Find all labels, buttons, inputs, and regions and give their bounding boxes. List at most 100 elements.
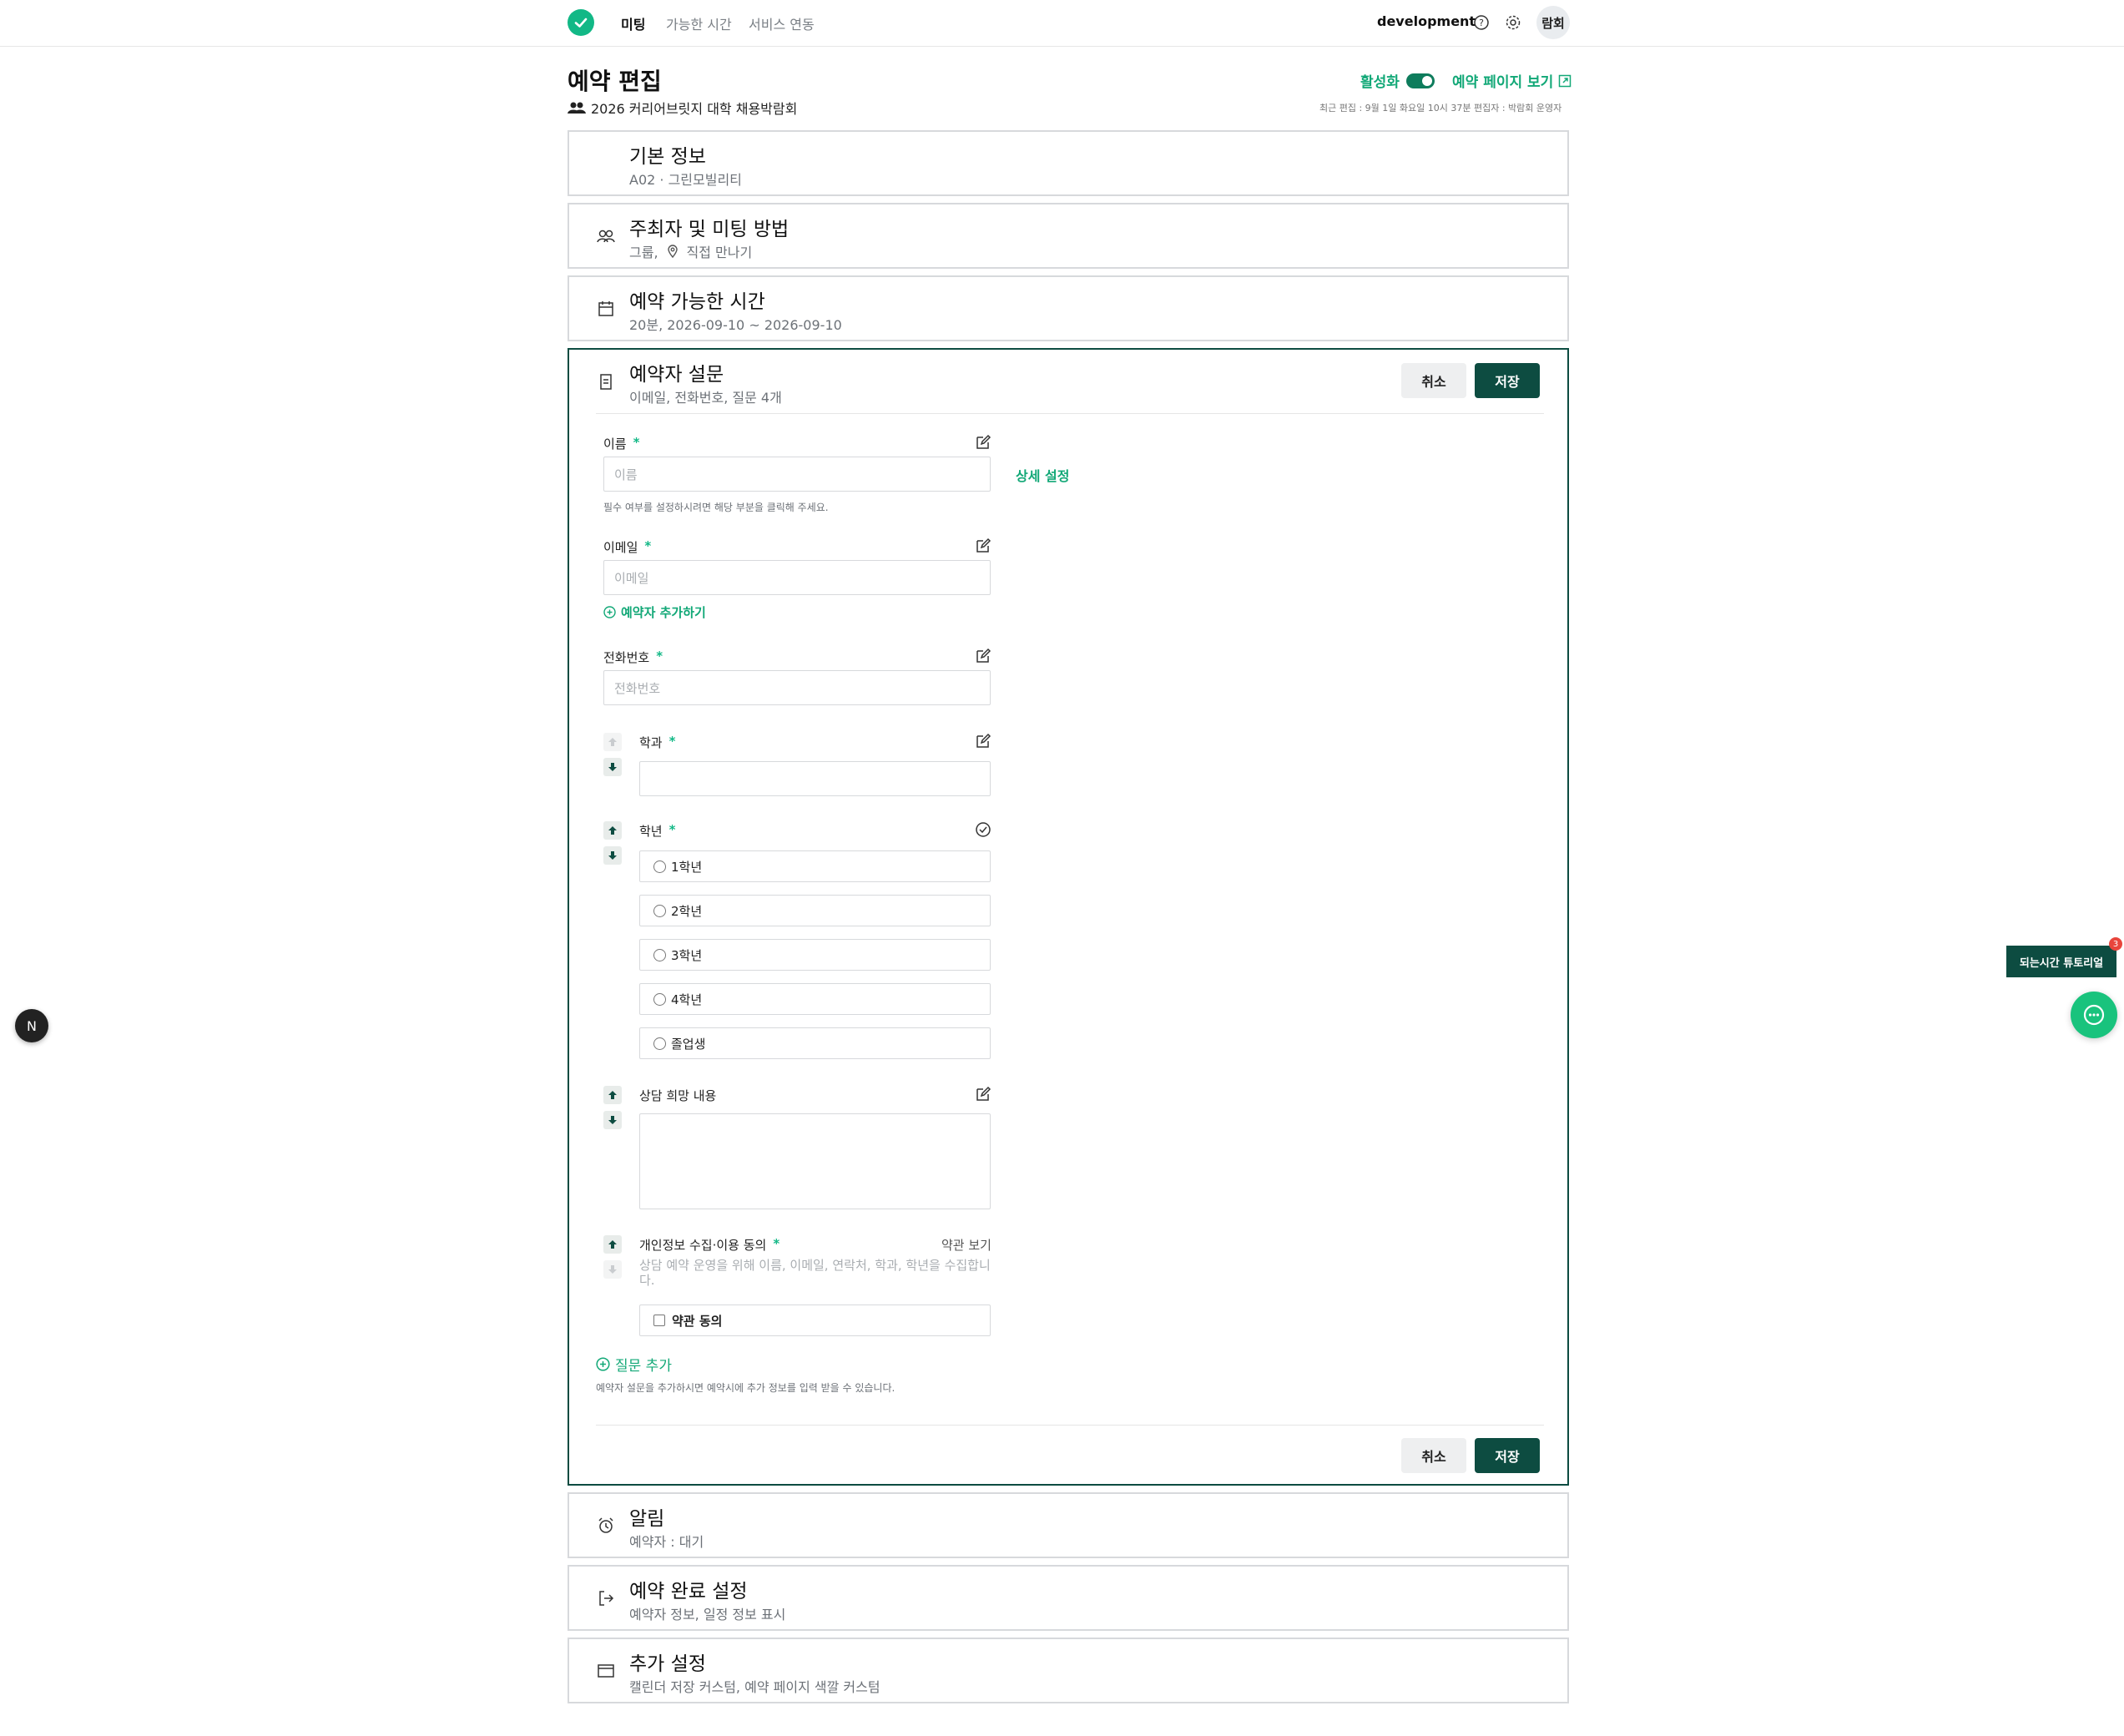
active-label: 활성화	[1360, 74, 1400, 91]
calendar-icon	[596, 299, 616, 319]
section-subtitle: 이메일, 전화번호, 질문 4개	[629, 390, 782, 406]
move-down-button[interactable]	[603, 758, 622, 776]
section-completion[interactable]: 예약 완료 설정 예약자 정보, 일정 정보 표시	[568, 1565, 1569, 1631]
active-toggle-group[interactable]: 활성화	[1360, 70, 1435, 91]
move-up-button	[603, 733, 622, 751]
edit-icon[interactable]	[975, 1086, 991, 1103]
grade-option[interactable]: 2학년	[639, 895, 991, 926]
settings-icon[interactable]	[1505, 14, 1521, 31]
divider	[596, 413, 1544, 414]
top-bar: 미팅 가능한 시간 서비스 연동 development ? 람회	[0, 0, 2124, 47]
required-mark: *	[633, 435, 640, 450]
meeting-type: 그룹,	[629, 245, 658, 260]
view-booking-page-link[interactable]: 예약 페이지 보기	[1452, 70, 1572, 91]
question-name-label[interactable]: 이름 *	[603, 435, 639, 452]
move-up-button[interactable]	[603, 1086, 622, 1104]
section-title: 기본 정보	[629, 146, 706, 168]
active-toggle[interactable]	[1405, 73, 1435, 88]
save-button[interactable]: 저장	[1475, 363, 1540, 398]
question-consult-label[interactable]: 상담 희망 내용	[639, 1087, 716, 1104]
question-dept-label[interactable]: 학과 *	[639, 734, 675, 751]
move-down-button[interactable]	[603, 846, 622, 865]
question-phone-label[interactable]: 전화번호 *	[603, 648, 663, 666]
plus-circle-icon	[603, 606, 616, 618]
required-mark: *	[644, 538, 652, 553]
divider	[596, 1425, 1544, 1426]
help-icon[interactable]: ?	[1473, 14, 1490, 31]
section-title: 예약 완료 설정	[629, 1581, 748, 1602]
cancel-button[interactable]: 취소	[1401, 363, 1466, 398]
cancel-button[interactable]: 취소	[1401, 1438, 1466, 1473]
section-availability[interactable]: 예약 가능한 시간 20분, 2026-09-10 ~ 2026-09-10	[568, 275, 1569, 341]
agree-terms-checkbox[interactable]: 약관 동의	[639, 1305, 991, 1336]
clipboard-icon	[596, 371, 616, 391]
option-label: 4학년	[671, 992, 703, 1007]
tutorial-button[interactable]: 되는시간 튜토리얼	[2006, 946, 2116, 977]
external-link-icon	[1559, 74, 1572, 87]
dept-field[interactable]	[639, 761, 991, 796]
question-email-label[interactable]: 이메일 *	[603, 538, 651, 556]
edit-icon[interactable]	[975, 434, 991, 451]
location-pin-icon	[667, 245, 678, 258]
section-title: 예약자 설문	[629, 364, 724, 386]
section-title: 주최자 및 미팅 방법	[629, 219, 790, 240]
move-up-button[interactable]	[603, 821, 622, 840]
edit-icon[interactable]	[975, 537, 991, 554]
consult-textarea[interactable]	[639, 1113, 991, 1209]
phone-field[interactable]: 전화번호	[603, 670, 991, 705]
add-question-button[interactable]: 질문 추가	[596, 1354, 672, 1375]
nav-meeting[interactable]: 미팅	[621, 13, 645, 33]
meeting-place: 직접 만나기	[686, 245, 753, 260]
workspace-name[interactable]: development	[1377, 13, 1476, 29]
logo-icon[interactable]	[568, 9, 594, 36]
label-text: 상담 희망 내용	[639, 1088, 717, 1103]
question-grade-label[interactable]: 학년 *	[639, 822, 675, 840]
notification-badge: 3	[2109, 937, 2122, 951]
edit-icon[interactable]	[975, 648, 991, 664]
question-privacy-label[interactable]: 개인정보 수집·이용 동의 *	[639, 1236, 779, 1254]
move-down-button[interactable]	[603, 1111, 622, 1129]
label-text: 학년	[639, 824, 663, 839]
section-notification[interactable]: 알림 예약자 : 대기	[568, 1492, 1569, 1558]
section-title: 추가 설정	[629, 1653, 706, 1675]
required-mark: *	[656, 648, 663, 664]
section-subtitle: 예약자 : 대기	[629, 1534, 704, 1550]
nav-integrations[interactable]: 서비스 연동	[749, 13, 815, 33]
grade-option[interactable]: 1학년	[639, 850, 991, 882]
section-title: 예약 가능한 시간	[629, 291, 765, 313]
section-host[interactable]: 주최자 및 미팅 방법 그룹, 직접 만나기	[568, 203, 1569, 269]
section-extra-settings[interactable]: 추가 설정 캘린더 저장 커스텀, 예약 페이지 색깔 커스텀	[568, 1638, 1569, 1703]
add-booker-label: 예약자 추가하기	[621, 605, 706, 620]
page-title: 예약 편집	[568, 68, 662, 95]
grade-option[interactable]: 졸업생	[639, 1027, 991, 1059]
edit-icon[interactable]	[975, 733, 991, 749]
view-terms-link[interactable]: 약관 보기	[941, 1236, 991, 1254]
section-subtitle: 20분, 2026-09-10 ~ 2026-09-10	[629, 317, 842, 333]
alarm-clock-icon	[596, 1516, 616, 1536]
detail-settings-link[interactable]: 상세 설정	[1016, 465, 1069, 485]
chat-icon[interactable]	[2071, 992, 2117, 1038]
name-field[interactable]: 이름	[603, 457, 991, 492]
option-label: 2학년	[671, 903, 703, 919]
radio-circle	[653, 860, 666, 873]
required-mark: *	[668, 734, 676, 749]
email-field[interactable]: 이메일	[603, 560, 991, 595]
nav-available-time[interactable]: 가능한 시간	[666, 13, 732, 33]
checkbox-box	[653, 1315, 665, 1326]
privacy-description: 상담 예약 운영을 위해 이름, 이메일, 연락처, 학과, 학년을 수집합니다…	[639, 1258, 991, 1288]
add-booker-link[interactable]: 예약자 추가하기	[603, 603, 706, 621]
grade-option[interactable]: 3학년	[639, 939, 991, 971]
check-circle-icon[interactable]	[975, 821, 991, 838]
grade-option[interactable]: 4학년	[639, 983, 991, 1015]
move-down-button	[603, 1260, 622, 1279]
move-up-button[interactable]	[603, 1235, 622, 1254]
label-text: 개인정보 수집·이용 동의	[639, 1238, 767, 1253]
devtools-badge[interactable]: N	[15, 1009, 48, 1042]
option-label: 3학년	[671, 947, 703, 963]
avatar[interactable]: 람회	[1536, 6, 1570, 39]
save-button[interactable]: 저장	[1475, 1438, 1540, 1473]
section-basic-info[interactable]: 기본 정보 A02 · 그린모빌리티	[568, 130, 1569, 196]
label-text: 학과	[639, 735, 663, 750]
last-edit-info: 최근 편집 : 9월 1일 화요일 10시 37분 편집자 : 박람회 운영자	[1319, 103, 1562, 114]
section-title: 알림	[629, 1508, 665, 1530]
